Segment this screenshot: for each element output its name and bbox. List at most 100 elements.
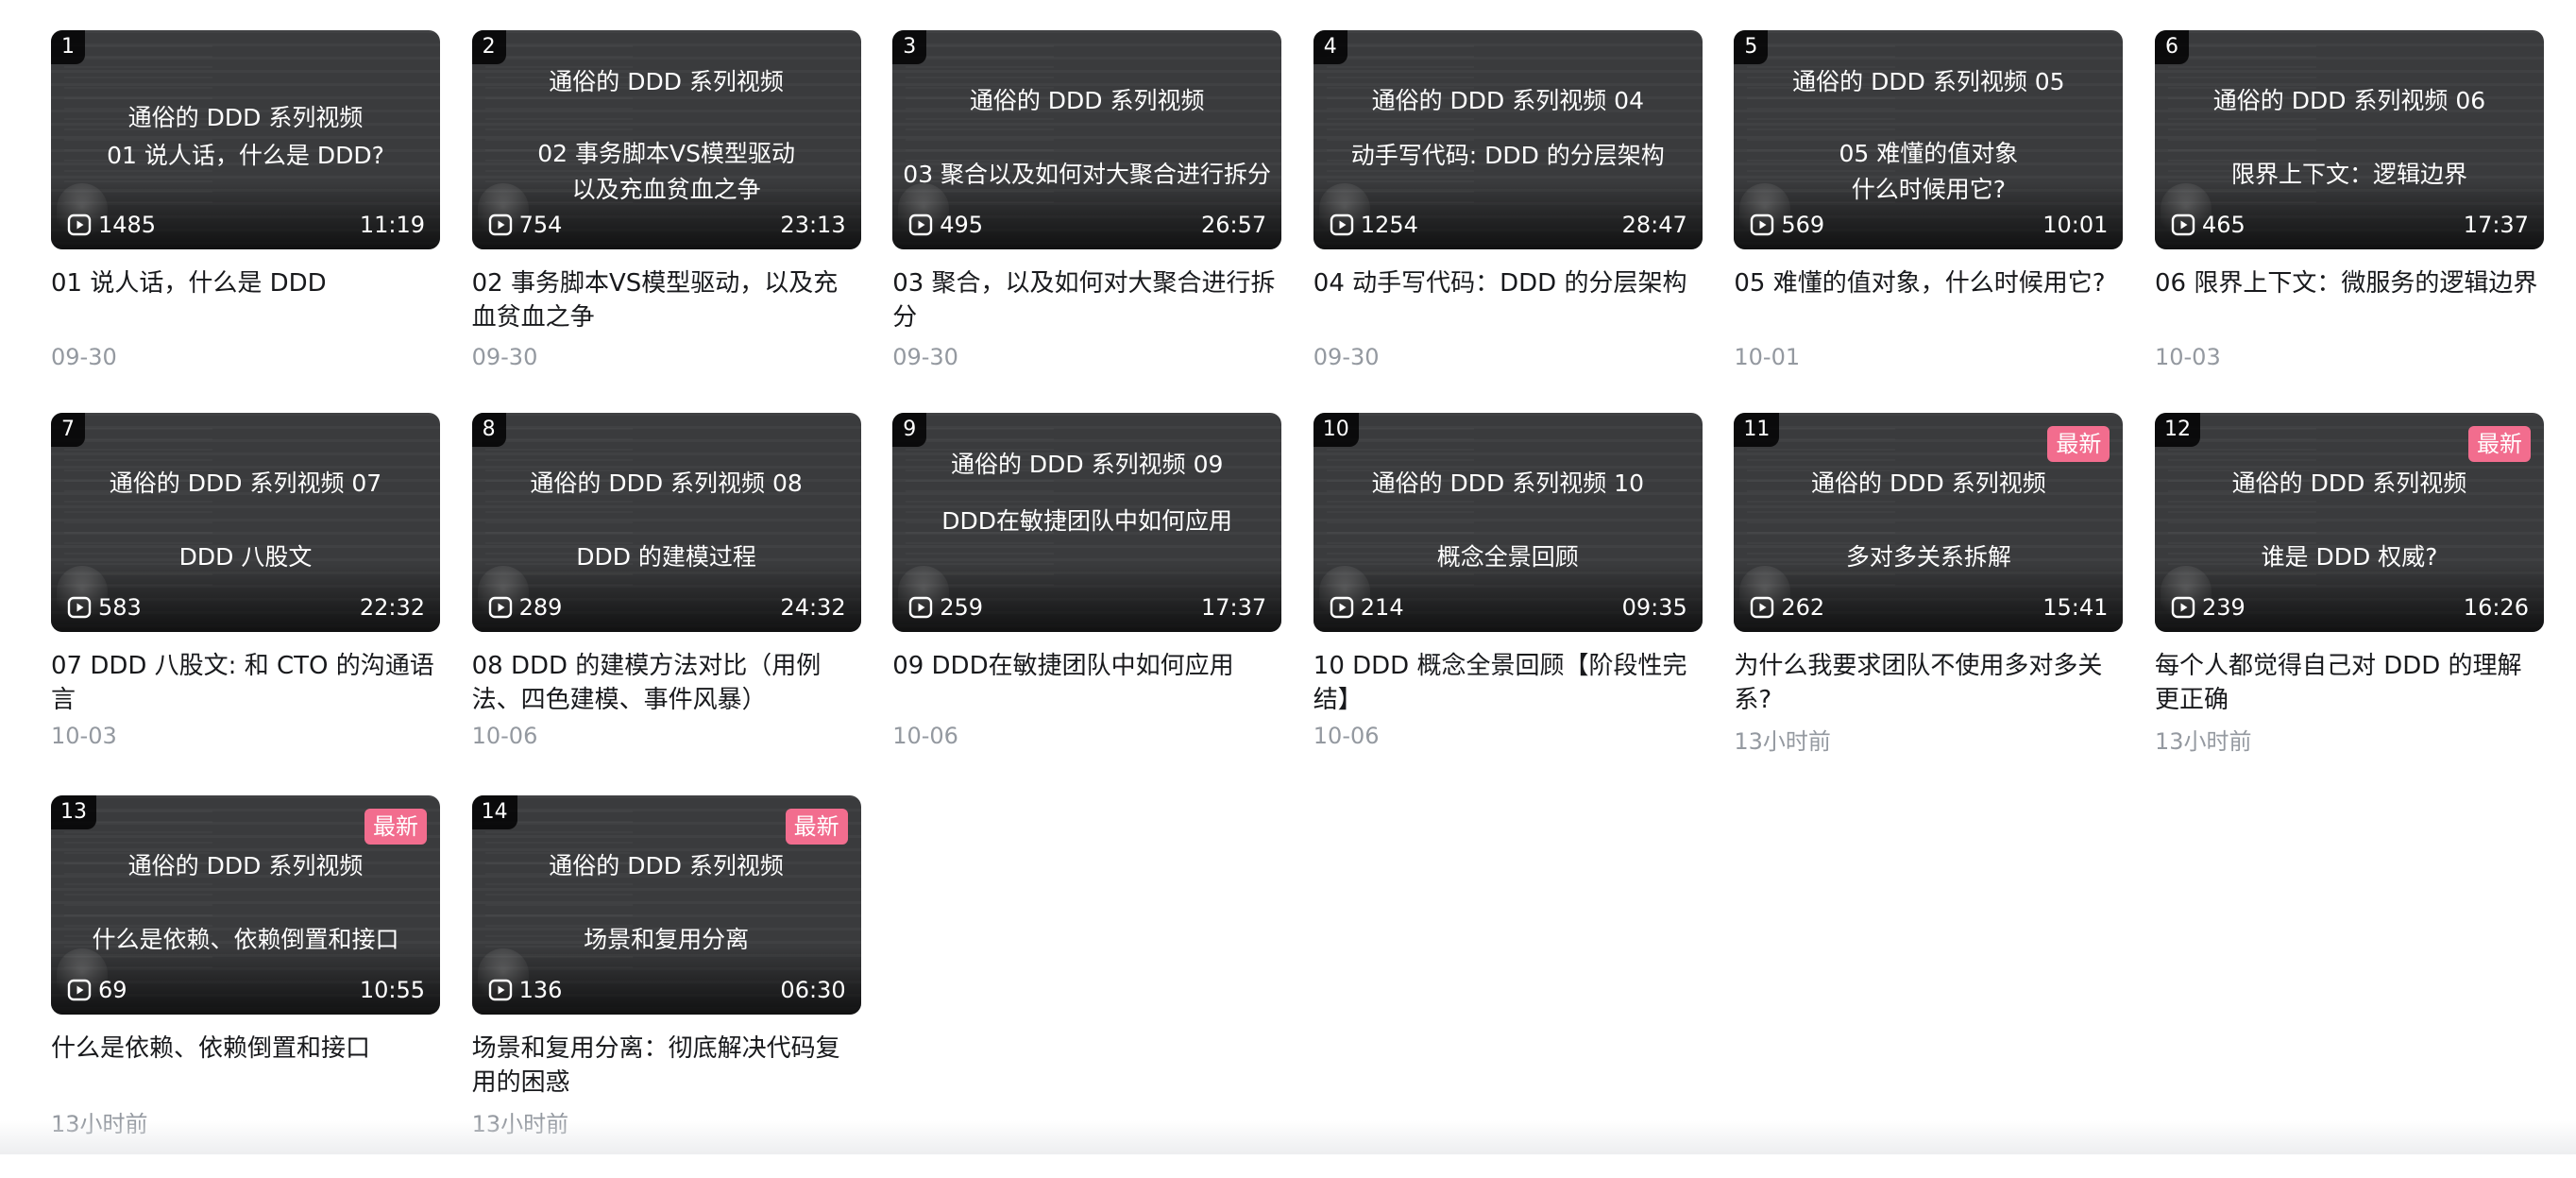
view-count-value: 69	[98, 977, 127, 1003]
video-thumbnail[interactable]: 8 通俗的 DDD 系列视频 08 DDD 的建模过程 289 24:32	[471, 413, 861, 632]
view-count: 495	[907, 212, 983, 238]
thumbnail-episode-title: 什么是依赖、依赖倒置和接口	[92, 926, 399, 953]
video-card-10[interactable]: 10 通俗的 DDD 系列视频 10 概念全景回顾 214 09:35 10 D…	[1313, 413, 1703, 795]
episode-index: 12	[2154, 413, 2200, 447]
publish-date: 10-03	[51, 723, 117, 749]
play-count-icon	[1751, 213, 1774, 236]
video-title[interactable]: 08 DDD 的建模方法对比（用例法、四色建模、事件风暴）	[472, 649, 861, 717]
video-thumbnail[interactable]: 4 通俗的 DDD 系列视频 04 动手写代码: DDD 的分层架构 1254 …	[1313, 30, 1703, 249]
video-title[interactable]: 06 限界上下文：微服务的逻辑边界	[2155, 266, 2544, 334]
publish-date: 09-30	[471, 344, 538, 370]
video-duration: 16:26	[2463, 594, 2529, 621]
video-thumbnail[interactable]: 9 通俗的 DDD 系列视频 09 DDD在敏捷团队中如何应用 259 17:3…	[892, 413, 1282, 632]
video-title[interactable]: 每个人都觉得自己对 DDD 的理解更正确	[2155, 649, 2544, 717]
video-title[interactable]: 04 动手写代码：DDD 的分层架构	[1313, 266, 1703, 334]
video-card-9[interactable]: 9 通俗的 DDD 系列视频 09 DDD在敏捷团队中如何应用 259 17:3…	[892, 413, 1282, 795]
thumbnail-stats: 239 16:26	[2170, 592, 2529, 623]
video-thumbnail[interactable]: 1 通俗的 DDD 系列视频 01 说人话，什么是 DDD? 1485 11:1…	[51, 30, 440, 249]
video-thumbnail[interactable]: 13 最新 通俗的 DDD 系列视频 什么是依赖、依赖倒置和接口 69 10:5…	[51, 795, 440, 1015]
publish-date: 10-06	[892, 723, 958, 749]
video-thumbnail[interactable]: 5 通俗的 DDD 系列视频 05 05 难懂的值对象 什么时候用它? 569 …	[1734, 30, 2124, 249]
view-count: 239	[2170, 594, 2246, 621]
video-duration: 23:13	[780, 212, 846, 238]
new-badge: 最新	[2467, 426, 2531, 462]
play-count-icon	[1751, 596, 1774, 619]
thumbnail-series-title: 通俗的 DDD 系列视频 09	[950, 451, 1224, 478]
video-duration: 17:37	[2463, 212, 2529, 238]
video-title[interactable]: 10 DDD 概念全景回顾【阶段性完结】	[1313, 649, 1703, 717]
video-card-2[interactable]: 2 通俗的 DDD 系列视频 02 事务脚本VS模型驱动 以及充血贫血之争 75…	[471, 30, 861, 413]
publish-date: 09-30	[892, 344, 958, 370]
thumbnail-stats: 569 10:01	[1749, 210, 2108, 240]
new-badge: 最新	[364, 809, 427, 845]
video-title[interactable]: 09 DDD在敏捷团队中如何应用	[892, 649, 1281, 717]
view-count-value: 569	[1781, 212, 1825, 238]
video-title[interactable]: 为什么我要求团队不使用多对多关系?	[1734, 649, 2123, 717]
thumbnail-series-title: 通俗的 DDD 系列视频	[549, 852, 784, 879]
publish-date: 10-06	[1313, 723, 1380, 749]
video-card-7[interactable]: 7 通俗的 DDD 系列视频 07 DDD 八股文 583 22:32 07 D…	[51, 413, 440, 795]
thumbnail-episode-title: 多对多关系拆解	[1845, 543, 2011, 571]
thumbnail-stats: 495 26:57	[907, 210, 1266, 240]
view-count-value: 754	[518, 212, 563, 238]
thumbnail-episode-title: 场景和复用分离	[584, 926, 750, 953]
thumbnail-series-title: 通俗的 DDD 系列视频 05	[1792, 68, 2065, 95]
thumbnail-series-title: 通俗的 DDD 系列视频	[127, 852, 364, 879]
thumbnail-episode-title: 谁是 DDD 权威?	[2261, 543, 2438, 571]
episode-index: 2	[471, 30, 506, 64]
video-thumbnail[interactable]: 10 通俗的 DDD 系列视频 10 概念全景回顾 214 09:35	[1313, 413, 1703, 632]
play-count-icon	[67, 596, 92, 619]
video-card-11[interactable]: 11 最新 通俗的 DDD 系列视频 多对多关系拆解 262 15:41 为什么…	[1734, 413, 2124, 795]
view-count: 262	[1749, 594, 1824, 621]
thumbnail-stats: 754 23:13	[487, 210, 846, 240]
thumbnail-episode-title: 概念全景回顾	[1436, 543, 1579, 571]
view-count: 1254	[1329, 212, 1418, 238]
thumbnail-episode-title: 05 难懂的值对象 什么时候用它?	[1839, 140, 2019, 203]
view-count: 69	[66, 977, 127, 1003]
video-thumbnail[interactable]: 7 通俗的 DDD 系列视频 07 DDD 八股文 583 22:32	[51, 413, 440, 632]
video-title[interactable]: 01 说人话，什么是 DDD	[51, 266, 440, 334]
thumbnail-episode-title: 限界上下文：逻辑边界	[2230, 161, 2467, 188]
video-thumbnail[interactable]: 11 最新 通俗的 DDD 系列视频 多对多关系拆解 262 15:41	[1734, 413, 2124, 632]
thumbnail-series-title: 通俗的 DDD 系列视频	[549, 68, 784, 95]
video-duration: 06:30	[780, 977, 846, 1003]
video-card-5[interactable]: 5 通俗的 DDD 系列视频 05 05 难懂的值对象 什么时候用它? 569 …	[1734, 30, 2124, 413]
video-card-4[interactable]: 4 通俗的 DDD 系列视频 04 动手写代码: DDD 的分层架构 1254 …	[1313, 30, 1703, 413]
video-title[interactable]: 什么是依赖、依赖倒置和接口	[51, 1032, 440, 1100]
video-card-1[interactable]: 1 通俗的 DDD 系列视频 01 说人话，什么是 DDD? 1485 11:1…	[51, 30, 440, 413]
video-duration: 15:41	[2042, 594, 2109, 621]
thumbnail-stats: 69 10:55	[66, 975, 425, 1005]
video-thumbnail[interactable]: 2 通俗的 DDD 系列视频 02 事务脚本VS模型驱动 以及充血贫血之争 75…	[471, 30, 861, 249]
video-title[interactable]: 02 事务脚本VS模型驱动，以及充血贫血之争	[472, 266, 861, 334]
video-card-6[interactable]: 6 通俗的 DDD 系列视频 06 限界上下文：逻辑边界 465 17:37 0…	[2154, 30, 2544, 413]
view-count-value: 136	[518, 977, 563, 1003]
publish-date: 13小时前	[2154, 728, 2252, 755]
view-count: 754	[487, 212, 563, 238]
view-count-value: 289	[518, 594, 563, 621]
thumbnail-episode-title: 01 说人话，什么是 DDD?	[107, 142, 384, 169]
episode-index: 7	[51, 413, 85, 447]
thumbnail-series-title: 通俗的 DDD 系列视频 10	[1371, 469, 1644, 497]
video-title[interactable]: 07 DDD 八股文: 和 CTO 的沟通语言	[51, 649, 440, 717]
publish-date: 09-30	[1313, 344, 1380, 370]
video-title[interactable]: 03 聚合，以及如何对大聚合进行拆分	[892, 266, 1281, 334]
video-thumbnail[interactable]: 12 最新 通俗的 DDD 系列视频 谁是 DDD 权威? 239 16:26	[2154, 413, 2544, 632]
video-card-12[interactable]: 12 最新 通俗的 DDD 系列视频 谁是 DDD 权威? 239 16:26 …	[2154, 413, 2544, 795]
video-thumbnail[interactable]: 6 通俗的 DDD 系列视频 06 限界上下文：逻辑边界 465 17:37	[2154, 30, 2544, 249]
view-count: 583	[66, 594, 142, 621]
episode-index: 3	[892, 30, 927, 64]
video-card-8[interactable]: 8 通俗的 DDD 系列视频 08 DDD 的建模过程 289 24:32 08…	[471, 413, 861, 795]
video-title[interactable]: 05 难懂的值对象，什么时候用它?	[1734, 266, 2123, 334]
thumbnail-stats: 1485 11:19	[66, 210, 425, 240]
episode-index: 5	[1734, 30, 1769, 64]
video-duration: 26:57	[1201, 212, 1267, 238]
video-card-3[interactable]: 3 通俗的 DDD 系列视频 03 聚合以及如何对大聚合进行拆分 495 26:…	[892, 30, 1282, 413]
play-count-icon	[1330, 213, 1353, 236]
video-title[interactable]: 场景和复用分离：彻底解决代码复用的困惑	[472, 1032, 861, 1100]
video-thumbnail[interactable]: 3 通俗的 DDD 系列视频 03 聚合以及如何对大聚合进行拆分 495 26:…	[892, 30, 1282, 249]
video-thumbnail[interactable]: 14 最新 通俗的 DDD 系列视频 场景和复用分离 136 06:30	[471, 795, 861, 1015]
episode-index: 13	[51, 795, 96, 829]
publish-date: 10-06	[471, 723, 538, 749]
video-duration: 22:32	[359, 594, 425, 621]
view-count: 1485	[66, 212, 156, 238]
